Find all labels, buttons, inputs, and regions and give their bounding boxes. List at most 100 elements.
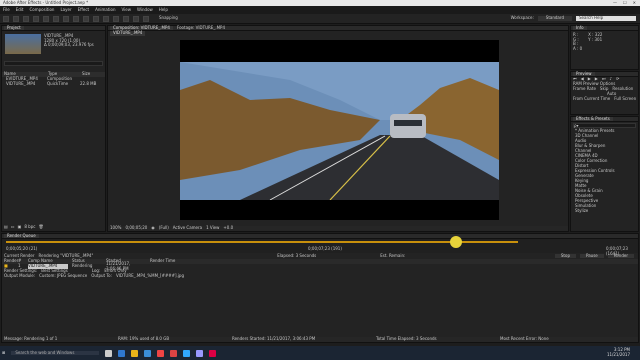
comp-breadcrumb[interactable]: VIDTURE_.MP4 bbox=[110, 31, 146, 36]
comp-offset[interactable]: +0.0 bbox=[223, 226, 233, 231]
tab-footage[interactable]: Footage: VIDTURE_.MP4 bbox=[177, 25, 225, 31]
windows-start-icon[interactable]: ⊞ bbox=[2, 350, 5, 356]
workspace-select[interactable]: Standard bbox=[537, 16, 572, 21]
full-screen-checkbox[interactable]: Full Screen bbox=[614, 97, 636, 102]
loop-icon[interactable]: ⟳ bbox=[616, 77, 619, 82]
tab-effects-presets[interactable]: Effects & Presets bbox=[573, 116, 613, 122]
project-item-row[interactable]: VIDTURE_.MP4 QuickTime 22.8 MB bbox=[2, 82, 105, 87]
minimize-icon[interactable]: — bbox=[613, 0, 617, 6]
rectangle-tool-icon[interactable] bbox=[73, 15, 79, 22]
close-icon[interactable]: ✕ bbox=[633, 0, 636, 6]
comp-quality[interactable]: (Full) bbox=[159, 226, 169, 231]
taskbar: ⊞ Search the web and Windows 3:12 PM 11/… bbox=[0, 346, 640, 360]
comp-current-time[interactable]: 0;00;05;20 bbox=[125, 226, 147, 231]
status-recent-error: Most Recent Error: None bbox=[500, 336, 549, 342]
snapping-label[interactable]: Snapping bbox=[159, 16, 178, 21]
app-title: Adobe After Effects - Untitled Project.a… bbox=[3, 0, 89, 5]
menu-view[interactable]: View bbox=[122, 7, 132, 13]
text-tool-icon[interactable] bbox=[93, 15, 99, 22]
comp-views[interactable]: 1 View bbox=[206, 226, 219, 231]
taskbar-search-input[interactable]: Search the web and Windows bbox=[11, 350, 100, 356]
project-footer: ▤ ▭ ▣ 8 bpc 🗑 bbox=[4, 225, 44, 230]
composition-panel: Composition: VIDTURE_.MP4 Footage: VIDTU… bbox=[107, 25, 569, 232]
bpc-label[interactable]: 8 bpc bbox=[24, 225, 35, 230]
menu-window[interactable]: Window bbox=[137, 7, 153, 13]
pause-button[interactable]: Pause bbox=[579, 253, 604, 259]
frame-rate-label: Frame Rate bbox=[573, 86, 596, 92]
menu-edit[interactable]: Edit bbox=[16, 7, 24, 13]
snapshot-icon[interactable]: ◉ bbox=[151, 226, 155, 231]
output-module-value[interactable]: Custom: JPEG Sequence bbox=[39, 274, 87, 279]
render-time-left: 0;00;05;20 (21) bbox=[6, 246, 38, 251]
menu-effect[interactable]: Effect bbox=[78, 7, 90, 13]
project-panel: Project VIDTURE_.MP4 1280 x 720 (1.00) Δ… bbox=[1, 25, 106, 232]
elapsed-label: Elapsed: 3 Seconds bbox=[277, 252, 317, 258]
project-search-input[interactable] bbox=[4, 61, 103, 66]
info-panel: Info R : G : B : A : 0 X : 322 Y : 301 bbox=[570, 25, 639, 70]
trash-icon[interactable]: 🗑 bbox=[38, 225, 43, 230]
tab-render-queue[interactable]: Render Queue bbox=[4, 233, 39, 239]
search-help-input[interactable]: Search Help bbox=[576, 16, 636, 21]
status-message: Message: Rendering 1 of 1 bbox=[4, 336, 58, 342]
roto-tool-icon[interactable] bbox=[133, 15, 139, 22]
effects-category[interactable]: Stylize bbox=[571, 208, 638, 214]
eraser-tool-icon[interactable] bbox=[123, 15, 129, 22]
taskbar-clock[interactable]: 3:12 PM 11/21/2017 bbox=[607, 348, 640, 357]
after-effects-icon[interactable] bbox=[196, 349, 204, 357]
menu-layer[interactable]: Layer bbox=[60, 7, 71, 13]
camera-tool-icon[interactable] bbox=[53, 15, 59, 22]
edge-browser-icon[interactable] bbox=[118, 349, 126, 357]
from-current-time-checkbox[interactable]: From Current Time bbox=[573, 97, 610, 102]
info-y: Y : 301 bbox=[588, 36, 603, 42]
menu-bar: File Edit Composition Layer Effect Anima… bbox=[0, 6, 640, 14]
zoom-tool-icon[interactable] bbox=[33, 15, 39, 22]
render-status-bar: Message: Rendering 1 of 1 RAM: 19% used … bbox=[2, 337, 638, 342]
menu-animation[interactable]: Animation bbox=[95, 7, 115, 13]
status-ram: RAM: 19% used of 8.0 GB bbox=[118, 336, 170, 342]
col-size[interactable]: Size bbox=[82, 72, 90, 77]
comp-viewer[interactable] bbox=[180, 40, 499, 220]
new-comp-icon[interactable]: ▣ bbox=[18, 225, 22, 230]
menu-composition[interactable]: Composition bbox=[29, 7, 54, 13]
menu-help[interactable]: Help bbox=[159, 7, 168, 13]
menu-file[interactable]: File bbox=[3, 7, 10, 13]
tab-info[interactable]: Info bbox=[573, 25, 587, 31]
render-timeline: 0;00;05;20 (21) 0;00;07;23 (191) 0;00;07… bbox=[2, 236, 638, 256]
brush-tool-icon[interactable] bbox=[103, 15, 109, 22]
pen-tool-icon[interactable] bbox=[83, 15, 89, 22]
pan-behind-tool-icon[interactable] bbox=[63, 15, 69, 22]
status-renders-started: Renders Started: 11/21/2017, 3:06:43 PM bbox=[232, 336, 316, 342]
output-to-value[interactable]: VIDTURE_.MP4_%MM_[####].jpg bbox=[116, 274, 184, 279]
cursor-highlight bbox=[450, 236, 462, 248]
rotate-tool-icon[interactable] bbox=[43, 15, 49, 22]
output-module-row: Output Module: Custom: JPEG Sequence Out… bbox=[2, 274, 638, 279]
comp-camera[interactable]: Active Camera bbox=[173, 226, 202, 231]
effects-panel: Effects & Presets ρ▾ * Animation Presets… bbox=[570, 116, 639, 232]
render-time-right: 0;00;07;23 (1641) bbox=[606, 246, 628, 256]
comp-zoom[interactable]: 100% bbox=[110, 226, 121, 231]
col-render-time[interactable]: Render Time bbox=[150, 259, 175, 264]
render-time-mid: 0;00;07;23 (191) bbox=[308, 246, 342, 251]
render-queue-panel: Render Queue 0;00;05;20 (21) 0;00;07;23 … bbox=[1, 233, 639, 343]
interpret-footage-icon[interactable]: ▤ bbox=[4, 225, 8, 230]
home-icon[interactable] bbox=[3, 15, 9, 22]
app-icon[interactable] bbox=[209, 349, 217, 357]
effects-list: * Animation Presets 3D Channel Audio Blur &… bbox=[571, 128, 638, 214]
stop-button[interactable]: Stop bbox=[554, 253, 576, 259]
selection-tool-icon[interactable] bbox=[13, 15, 19, 22]
file-explorer-icon[interactable] bbox=[131, 349, 139, 357]
maximize-icon[interactable]: ☐ bbox=[623, 0, 627, 6]
task-view-icon[interactable] bbox=[105, 349, 113, 357]
tab-project[interactable]: Project bbox=[4, 25, 24, 31]
media-icon[interactable] bbox=[170, 349, 178, 357]
hand-tool-icon[interactable] bbox=[23, 15, 29, 22]
photoshop-icon[interactable] bbox=[183, 349, 191, 357]
puppet-tool-icon[interactable] bbox=[143, 15, 149, 22]
comp-footer: 100% 0;00;05;20 ◉ (Full) Active Camera 1… bbox=[108, 226, 568, 231]
store-icon[interactable] bbox=[144, 349, 152, 357]
chrome-icon[interactable] bbox=[157, 349, 165, 357]
clone-tool-icon[interactable] bbox=[113, 15, 119, 22]
tools-toolbar: Snapping Workspace: Standard Search Help bbox=[0, 14, 640, 24]
render-progress-bar bbox=[6, 241, 518, 243]
new-folder-icon[interactable]: ▭ bbox=[11, 225, 15, 230]
